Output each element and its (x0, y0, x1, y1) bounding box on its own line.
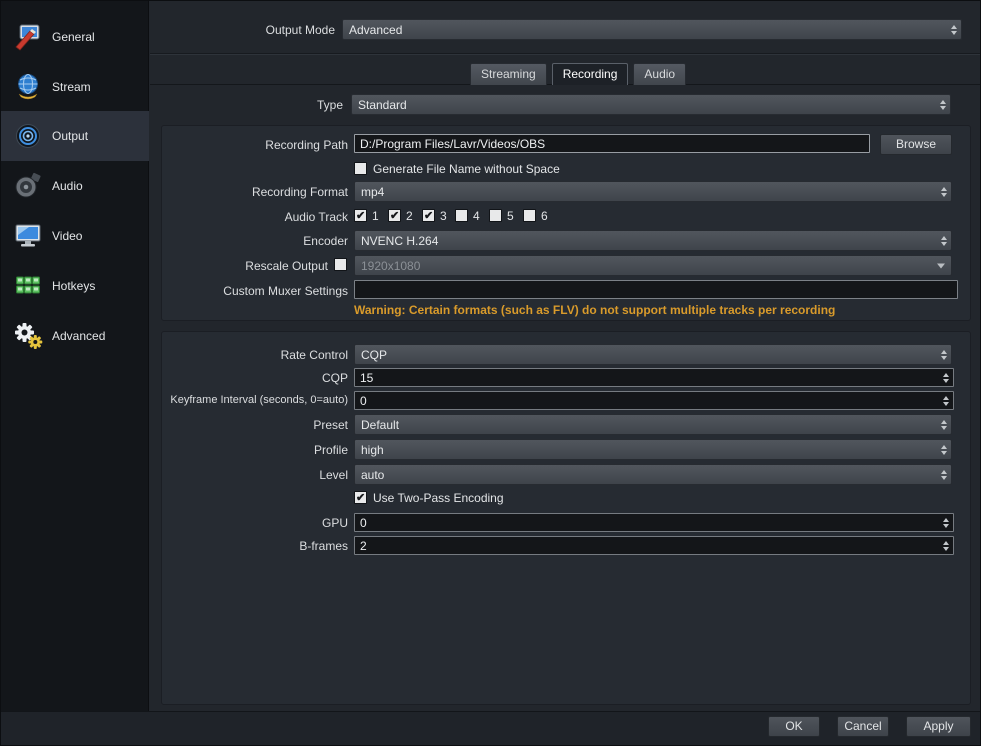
audio-track-4-label: 4 (473, 209, 480, 223)
audio-icon (11, 169, 45, 203)
spin-arrows-icon (943, 395, 949, 406)
browse-button[interactable]: Browse (880, 134, 952, 155)
type-label: Type (316, 98, 343, 112)
ok-button[interactable]: OK (768, 716, 820, 737)
spin-arrows-icon (943, 540, 949, 551)
sidebar-item-advanced[interactable]: Advanced (1, 311, 149, 361)
gpu-label: GPU (321, 516, 348, 530)
encoder-select[interactable]: NVENC H.264 (354, 230, 952, 251)
rate-control-label: Rate Control (280, 348, 348, 362)
sidebar-item-label: Hotkeys (52, 279, 96, 293)
audio-track-5-label: 5 (507, 209, 514, 223)
audio-track-5-checkbox[interactable] (489, 209, 502, 222)
preset-label: Preset (313, 418, 348, 432)
rescale-output-checkbox[interactable] (334, 258, 347, 271)
output-icon (11, 119, 45, 153)
tab-recording[interactable]: Recording (551, 63, 629, 85)
audio-track-2-checkbox[interactable] (388, 209, 401, 222)
combo-arrows-icon (941, 469, 947, 480)
two-pass-label: Use Two-Pass Encoding (373, 491, 504, 505)
keyframe-interval-label: Keyframe Interval (seconds, 0=auto) (170, 394, 348, 406)
rate-control-select[interactable]: CQP (354, 344, 952, 365)
combo-arrow-down-icon (937, 263, 945, 268)
hotkeys-icon (11, 269, 45, 303)
dialog-footer: OK Cancel Apply (1, 711, 980, 745)
encoder-settings-group: Rate Control CQP CQP 15 Keyframe Interva… (161, 331, 971, 705)
combo-arrows-icon (940, 99, 946, 110)
sidebar-item-output[interactable]: Output (1, 111, 149, 161)
generate-no-space-label: Generate File Name without Space (373, 162, 560, 176)
recording-path-label: Recording Path (265, 138, 348, 152)
sidebar-item-label: General (52, 30, 95, 44)
audio-track-6-label: 6 (541, 209, 548, 223)
generate-no-space-checkbox[interactable] (354, 162, 367, 175)
spin-arrows-icon (943, 372, 949, 383)
sidebar-item-label: Video (52, 229, 83, 243)
two-pass-checkbox[interactable] (354, 491, 367, 504)
sidebar-item-video[interactable]: Video (1, 211, 149, 261)
gpu-spinbox[interactable]: 0 (354, 513, 954, 532)
stream-icon (11, 70, 45, 104)
preset-select[interactable]: Default (354, 414, 952, 435)
audio-track-1-label: 1 (372, 209, 379, 223)
cancel-button[interactable]: Cancel (837, 716, 889, 737)
combo-arrows-icon (941, 419, 947, 430)
combo-arrows-icon (941, 444, 947, 455)
sidebar-item-label: Stream (52, 80, 91, 94)
apply-button[interactable]: Apply (906, 716, 971, 737)
sidebar-item-audio[interactable]: Audio (1, 161, 149, 211)
recording-settings-group: Recording Path Browse Generate File Name… (161, 125, 971, 321)
custom-muxer-label: Custom Muxer Settings (223, 284, 348, 298)
spin-arrows-icon (943, 517, 949, 528)
audio-track-3-checkbox[interactable] (422, 209, 435, 222)
audio-track-1-checkbox[interactable] (354, 209, 367, 222)
recording-format-label: Recording Format (251, 185, 348, 199)
combo-arrows-icon (941, 349, 947, 360)
rescale-output-label: Rescale Output (245, 259, 328, 273)
keyframe-interval-spinbox[interactable]: 0 (354, 391, 954, 410)
recording-path-input[interactable] (354, 134, 870, 153)
tab-audio[interactable]: Audio (633, 63, 687, 85)
level-label: Level (319, 468, 348, 482)
video-icon (11, 219, 45, 253)
output-mode-select[interactable]: Advanced (342, 19, 962, 40)
sidebar-item-hotkeys[interactable]: Hotkeys (1, 261, 149, 311)
audio-track-6-checkbox[interactable] (523, 209, 536, 222)
encoder-label: Encoder (303, 234, 348, 248)
advanced-icon (11, 319, 45, 353)
sidebar-item-label: Advanced (52, 329, 106, 343)
cqp-label: CQP (321, 371, 348, 385)
output-tabbar: Streaming Recording Audio (470, 63, 687, 85)
sidebar-item-stream[interactable]: Stream (1, 62, 149, 112)
combo-arrows-icon (941, 235, 947, 246)
audio-track-2-label: 2 (406, 209, 413, 223)
sidebar-item-label: Output (52, 129, 89, 143)
bframes-label: B-frames (299, 539, 348, 553)
format-warning-text: Warning: Certain formats (such as FLV) d… (354, 303, 836, 317)
audio-track-4-checkbox[interactable] (455, 209, 468, 222)
type-select[interactable]: Standard (351, 94, 951, 115)
sidebar-item-label: Audio (52, 179, 83, 193)
general-icon (11, 20, 45, 54)
profile-select[interactable]: high (354, 439, 952, 460)
bframes-spinbox[interactable]: 2 (354, 536, 954, 555)
combo-arrows-icon (941, 186, 947, 197)
output-mode-label: Output Mode (265, 23, 335, 37)
separator (150, 54, 980, 55)
cqp-spinbox[interactable]: 15 (354, 368, 954, 387)
sidebar-item-general[interactable]: General (1, 12, 149, 62)
settings-sidebar: General Stream Output Audio Video Hotkey… (1, 1, 149, 711)
recording-format-select[interactable]: mp4 (354, 181, 952, 202)
tab-streaming[interactable]: Streaming (470, 63, 547, 85)
rescale-resolution-select[interactable]: 1920x1080 (354, 255, 952, 276)
audio-track-3-label: 3 (440, 209, 447, 223)
settings-window: General Stream Output Audio Video Hotkey… (0, 0, 981, 746)
audio-track-label: Audio Track (284, 210, 348, 224)
level-select[interactable]: auto (354, 464, 952, 485)
combo-arrows-icon (951, 24, 957, 35)
profile-label: Profile (313, 443, 348, 457)
custom-muxer-input[interactable] (354, 280, 958, 299)
